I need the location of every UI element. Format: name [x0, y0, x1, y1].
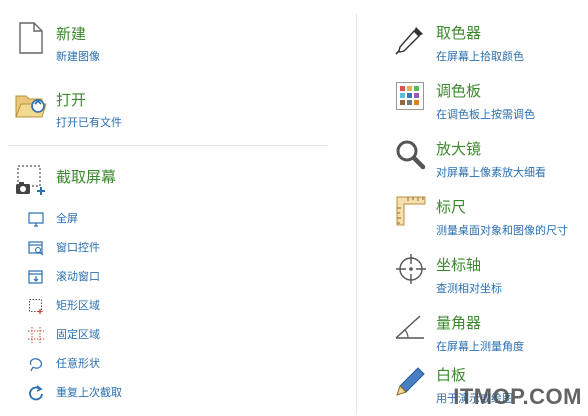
open-subtitle: 打开已有文件	[56, 116, 122, 129]
capture-item-label: 窗口控件	[56, 241, 100, 254]
capture-item-scroll-window[interactable]: 滚动窗口	[28, 268, 228, 286]
column-divider	[356, 14, 357, 414]
palette-icon	[396, 82, 424, 110]
capture-item-label: 矩形区域	[56, 299, 100, 312]
pen-icon	[396, 367, 425, 396]
new-image-button[interactable]: 新建 新建图像	[14, 22, 314, 66]
tool-title: 放大镜	[436, 140, 482, 158]
open-folder-icon	[15, 95, 47, 118]
capture-screen-section[interactable]: 截取屏幕	[14, 164, 314, 198]
magnifier-icon	[396, 140, 426, 170]
eyedropper-icon	[395, 27, 423, 55]
tool-subtitle: 在屏幕上测量角度	[436, 340, 524, 353]
capture-item-fullscreen[interactable]: 全屏	[28, 210, 228, 228]
capture-title: 截取屏幕	[56, 168, 117, 186]
tool-protractor[interactable]: 量角器 在屏幕上测量角度	[394, 312, 584, 356]
tool-subtitle: 测量桌面对象和图像的尺寸	[436, 224, 568, 237]
tool-subtitle: 在屏幕上拾取颜色	[436, 50, 524, 63]
capture-item-label: 重复上次截取	[56, 386, 122, 399]
open-file-button[interactable]: 打开 打开已有文件	[14, 88, 314, 132]
new-title: 新建	[56, 25, 87, 43]
fixed-region-icon	[28, 327, 44, 343]
watermark: ITMOP.COM	[453, 384, 582, 409]
tool-title: 调色板	[436, 82, 482, 100]
open-title: 打开	[56, 91, 87, 109]
capture-item-label: 任意形状	[56, 357, 100, 370]
tool-ruler[interactable]: 标尺 测量桌面对象和图像的尺寸	[394, 196, 588, 240]
screen-capture-icon	[16, 165, 45, 195]
freeform-icon	[29, 358, 43, 372]
capture-item-label: 滚动窗口	[56, 270, 100, 283]
new-subtitle: 新建图像	[56, 50, 100, 63]
tool-subtitle: 在调色板上按需调色	[436, 108, 535, 121]
capture-item-label: 固定区域	[56, 328, 100, 341]
rectangle-region-icon	[29, 299, 43, 314]
tool-title: 白板	[436, 366, 467, 384]
tool-coordinate-axis[interactable]: 坐标轴 查测相对坐标	[394, 254, 584, 298]
new-file-icon	[19, 22, 43, 54]
tool-color-picker[interactable]: 取色器 在屏幕上拾取颜色	[394, 22, 584, 66]
capture-item-rectangle[interactable]: 矩形区域	[28, 297, 228, 315]
capture-item-label: 全屏	[56, 212, 78, 225]
capture-item-repeat[interactable]: 重复上次截取	[28, 384, 228, 402]
tool-title: 取色器	[436, 24, 482, 42]
scroll-window-icon	[28, 270, 43, 284]
tool-magnifier[interactable]: 放大镜 对屏幕上像素放大细看	[394, 138, 584, 182]
tool-subtitle: 查测相对坐标	[436, 282, 502, 295]
section-divider	[8, 145, 328, 146]
window-control-icon	[28, 241, 44, 256]
ruler-icon	[396, 196, 426, 226]
crosshair-icon	[396, 254, 426, 284]
tool-title: 量角器	[436, 314, 482, 332]
repeat-icon	[29, 385, 43, 401]
capture-item-fixed[interactable]: 固定区域	[28, 326, 228, 344]
capture-item-freeform[interactable]: 任意形状	[28, 355, 228, 373]
monitor-icon	[28, 212, 44, 227]
tool-palette[interactable]: 调色板 在调色板上按需调色	[394, 80, 584, 124]
tool-title: 标尺	[436, 198, 467, 216]
tool-title: 坐标轴	[436, 256, 482, 274]
tool-subtitle: 对屏幕上像素放大细看	[436, 166, 546, 179]
capture-item-window-control[interactable]: 窗口控件	[28, 239, 228, 257]
protractor-icon	[395, 315, 424, 339]
